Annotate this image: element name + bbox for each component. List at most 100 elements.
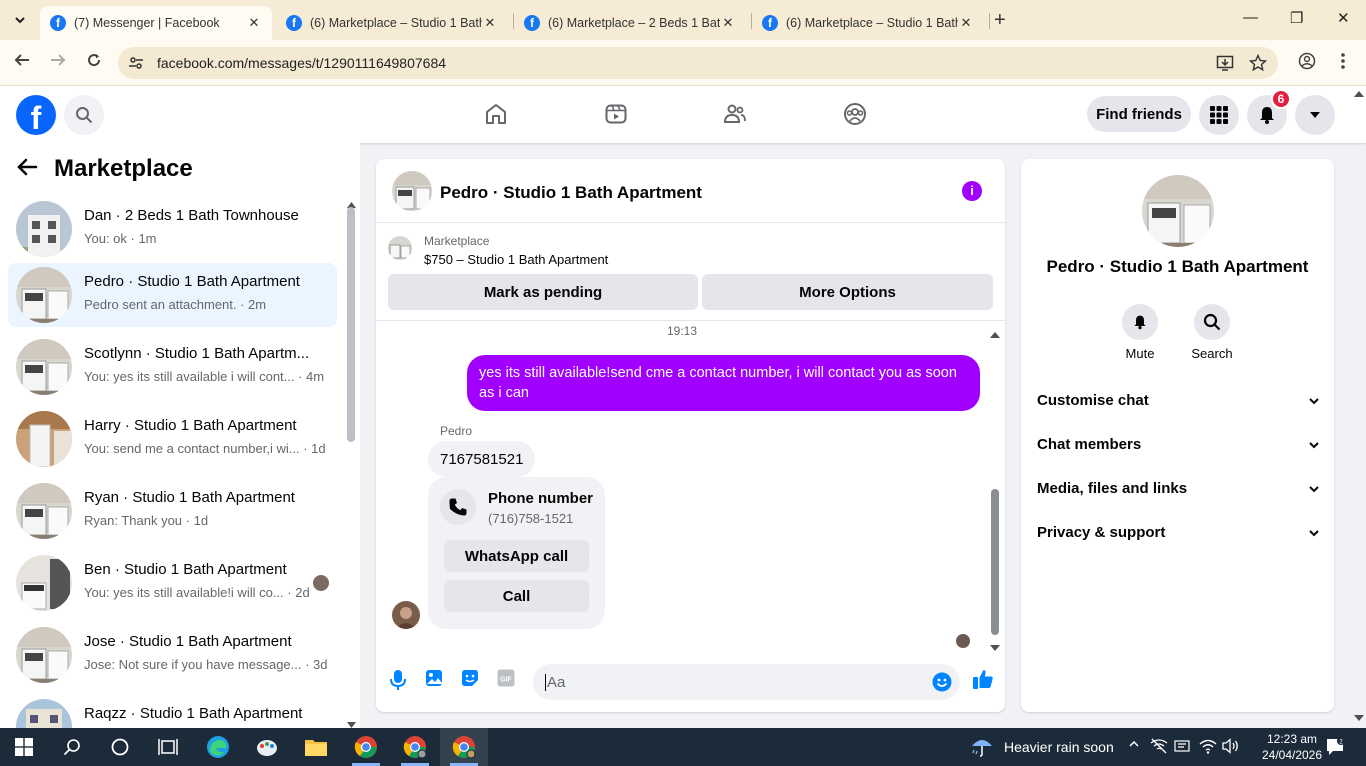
edge-browser-icon[interactable] <box>206 735 230 759</box>
conversation-item-jose[interactable]: Jose · Studio 1 Bath Apartment Jose: Not… <box>8 623 337 687</box>
minimize-icon[interactable]: — <box>1243 9 1258 26</box>
incoming-message-bubble[interactable]: 7167581521 <box>428 441 536 477</box>
browser-tab-bar: f (7) Messenger | Facebook ✕ f (6) Marke… <box>0 0 1366 40</box>
conversation-item-ryan[interactable]: Ryan · Studio 1 Bath Apartment Ryan: Tha… <box>8 479 337 543</box>
chrome-icon[interactable] <box>354 735 378 759</box>
file-explorer-icon[interactable] <box>304 735 328 759</box>
sidebar-scrollbar[interactable] <box>347 207 355 442</box>
windows-start-icon[interactable] <box>12 735 36 759</box>
cortana-icon[interactable] <box>108 735 132 759</box>
accordion-chat-members[interactable]: Chat members <box>1029 422 1326 466</box>
avatar[interactable] <box>1142 175 1214 247</box>
message-timestamp: 19:13 <box>666 324 698 338</box>
task-view-icon[interactable] <box>156 735 180 759</box>
network-disconnected-icon[interactable] <box>1150 738 1168 757</box>
message-input[interactable]: Aa <box>533 664 960 700</box>
tab-title: (7) Messenger | Facebook <box>74 16 220 30</box>
system-clock[interactable]: 12:23 am 24/04/2026 <box>1256 731 1328 763</box>
tray-chevron-up-icon[interactable] <box>1128 738 1140 753</box>
avatar[interactable] <box>392 601 420 629</box>
conversation-item-dan[interactable]: Dan · 2 Beds 1 Bath Townhouse You: ok · … <box>8 197 337 261</box>
gif-icon[interactable]: GIF <box>497 669 515 692</box>
tab-search-button[interactable] <box>8 8 32 32</box>
windows-taskbar: Heavier rain soon 12:23 am 24/04/2026 2 <box>0 728 1366 766</box>
chat-avatar[interactable] <box>392 171 432 211</box>
facebook-logo[interactable]: f <box>16 95 56 135</box>
conversation-item-raqzz[interactable]: Raqzz · Studio 1 Bath Apartment <box>8 695 337 728</box>
chrome-active-icon[interactable] <box>452 735 476 759</box>
menu-button[interactable] <box>1199 95 1239 135</box>
scroll-down-arrow-icon[interactable] <box>347 715 356 728</box>
account-button[interactable] <box>1295 95 1335 135</box>
site-info-icon[interactable] <box>128 55 144 76</box>
outgoing-message-bubble[interactable]: yes its still available!send cme a conta… <box>467 355 980 411</box>
bookmark-star-icon[interactable] <box>1248 53 1268 77</box>
conversation-preview: You: yes its still available!i will co..… <box>84 585 310 600</box>
browser-tab-messenger[interactable]: f (7) Messenger | Facebook ✕ <box>40 6 272 40</box>
find-friends-button[interactable]: Find friends <box>1087 96 1191 132</box>
window-close-icon[interactable]: ✕ <box>1337 9 1350 27</box>
microphone-icon[interactable] <box>390 669 406 696</box>
chat-scrollbar[interactable] <box>991 489 999 635</box>
emoji-icon[interactable] <box>932 672 952 697</box>
back-arrow-icon[interactable] <box>14 52 30 73</box>
mark-as-pending-button[interactable]: Mark as pending <box>388 274 698 310</box>
paint-app-icon[interactable] <box>255 735 279 759</box>
back-arrow-icon[interactable] <box>16 156 38 183</box>
search-in-conversation-button[interactable]: Search <box>1182 304 1242 361</box>
close-icon[interactable]: ✕ <box>246 15 262 31</box>
listing-thumbnail <box>16 201 72 257</box>
new-tab-plus-icon[interactable]: + <box>994 9 1006 32</box>
browser-tab-marketplace-2[interactable]: f (6) Marketplace – 2 Beds 1 Bath Townho… <box>514 6 746 40</box>
browser-tab-marketplace-3[interactable]: f (6) Marketplace – Studio 1 Bath Apartm… <box>752 6 984 40</box>
browser-menu-icon[interactable] <box>1340 52 1346 75</box>
forward-arrow-icon[interactable] <box>50 52 66 73</box>
accordion-customise-chat[interactable]: Customise chat <box>1029 378 1326 422</box>
more-options-button[interactable]: More Options <box>702 274 993 310</box>
reload-icon[interactable] <box>86 52 102 73</box>
whatsapp-call-button[interactable]: WhatsApp call <box>444 540 589 572</box>
weather-widget[interactable]: Heavier rain soon <box>970 736 1114 758</box>
facebook-search-button[interactable] <box>64 95 104 135</box>
mute-button[interactable]: Mute <box>1110 304 1170 361</box>
call-button[interactable]: Call <box>444 580 589 612</box>
info-icon[interactable]: i <box>962 181 982 201</box>
facebook-favicon-icon: f <box>50 15 66 31</box>
restore-icon[interactable]: ❐ <box>1290 9 1303 27</box>
conversation-item-pedro[interactable]: Pedro · Studio 1 Bath Apartment Pedro se… <box>8 263 337 327</box>
sticker-icon[interactable] <box>461 669 479 692</box>
browser-tab-marketplace-1[interactable]: f (6) Marketplace – Studio 1 Bath Apartm… <box>276 6 508 40</box>
image-attach-icon[interactable] <box>425 669 443 692</box>
groups-icon[interactable] <box>843 102 867 131</box>
conversation-item-harry[interactable]: Harry · Studio 1 Bath Apartment You: sen… <box>8 407 337 471</box>
wifi-icon[interactable] <box>1199 738 1217 757</box>
scroll-up-arrow-icon[interactable] <box>1354 91 1364 97</box>
page-scrollbar[interactable] <box>1352 86 1366 728</box>
scroll-down-arrow-icon[interactable] <box>1354 715 1364 721</box>
friends-icon[interactable] <box>723 102 747 131</box>
conversation-preview: You: send me a contact number,i wi... · … <box>84 441 326 456</box>
install-app-icon[interactable] <box>1216 54 1234 77</box>
message-list: 19:13 yes its still available!send cme a… <box>376 321 1005 655</box>
chat-title[interactable]: Pedro · Studio 1 Bath Apartment <box>440 183 702 203</box>
url-omnibox[interactable]: facebook.com/messages/t/1290111649807684 <box>118 47 1278 79</box>
accordion-media-files-links[interactable]: Media, files and links <box>1029 466 1326 510</box>
conversation-item-scotlynn[interactable]: Scotlynn · Studio 1 Bath Apartm... You: … <box>8 335 337 399</box>
conversation-item-ben[interactable]: Ben · Studio 1 Bath Apartment You: yes i… <box>8 551 337 615</box>
home-icon[interactable] <box>484 102 508 131</box>
thumbs-up-icon[interactable] <box>972 668 994 695</box>
close-icon[interactable]: ✕ <box>482 15 498 31</box>
scroll-up-arrow-icon[interactable] <box>990 325 1000 343</box>
taskbar-search-icon[interactable] <box>60 735 84 759</box>
close-icon[interactable]: ✕ <box>958 15 974 31</box>
scroll-down-arrow-icon[interactable] <box>990 638 1000 656</box>
close-icon[interactable]: ✕ <box>720 15 736 31</box>
accordion-privacy-support[interactable]: Privacy & support <box>1029 510 1326 554</box>
chrome-profile-icon[interactable] <box>403 735 427 759</box>
volume-icon[interactable] <box>1222 738 1240 757</box>
profile-icon[interactable] <box>1298 52 1316 75</box>
ime-icon[interactable] <box>1174 738 1190 757</box>
notification-center-icon[interactable]: 2 <box>1325 737 1345 760</box>
listing-price-title[interactable]: $750 – Studio 1 Bath Apartment <box>424 252 608 267</box>
video-icon[interactable] <box>604 102 628 131</box>
